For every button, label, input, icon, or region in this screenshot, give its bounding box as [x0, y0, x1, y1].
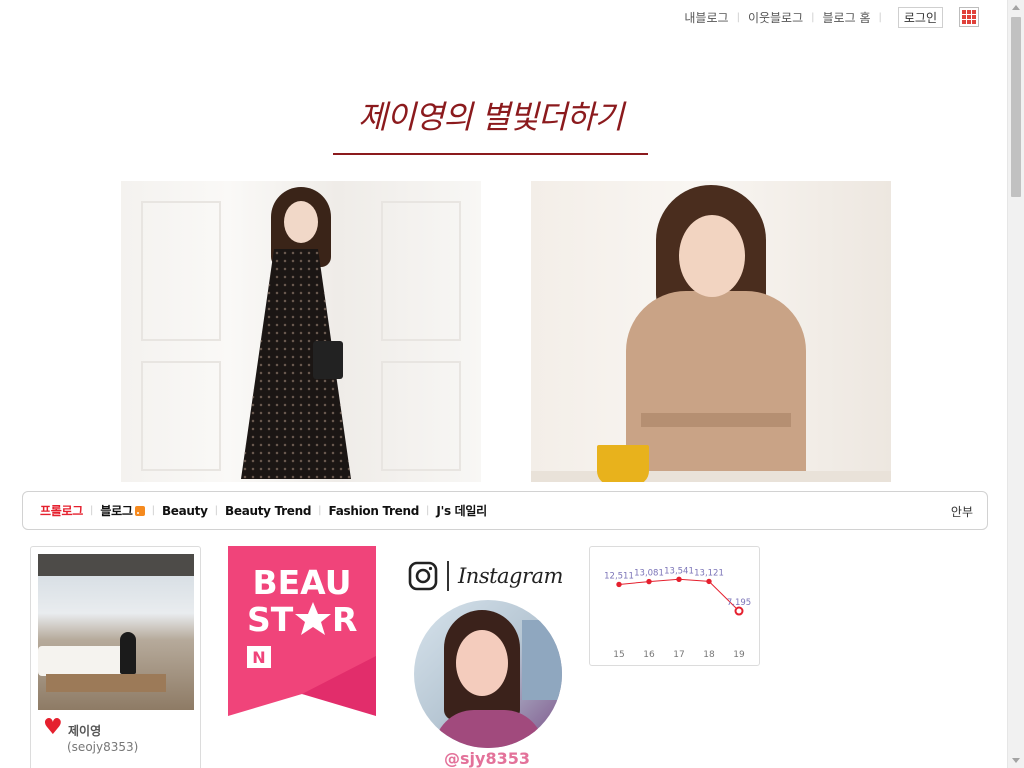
scroll-thumb[interactable]	[1011, 17, 1021, 197]
visitor-value-label: 12,511	[604, 571, 634, 581]
category-blog-label: 블로그	[100, 504, 133, 518]
visitor-point[interactable]	[734, 606, 744, 616]
nav-separator: |	[736, 11, 740, 23]
visitor-date-tick: 18	[703, 650, 715, 660]
instagram-camera-icon	[408, 561, 438, 591]
vertical-scrollbar[interactable]	[1007, 0, 1024, 768]
my-blog-link[interactable]: 내블로그	[684, 9, 728, 26]
profile-user-id: (seojy8353)	[67, 740, 139, 754]
visitor-value-label: 7,195	[727, 598, 751, 608]
apps-grid-icon[interactable]	[959, 7, 979, 27]
visitor-series-line	[618, 578, 740, 612]
banner-photo-left	[121, 181, 481, 482]
visitor-chart: 12,511 15 13,081 16 13,541 17 13,121 18 7,195 19	[589, 546, 760, 666]
profile-photo[interactable]	[38, 554, 194, 710]
top-nav: 내블로그 | 이웃블로그 | 블로그 홈 | 로그인	[684, 6, 979, 28]
instagram-header[interactable]: Instagram	[408, 556, 578, 596]
naver-n-icon: N	[252, 648, 265, 667]
login-button[interactable]: 로그인	[897, 6, 943, 28]
visitor-date-tick: 15	[613, 650, 624, 660]
banner-photo-right	[531, 181, 891, 482]
blog-home-link[interactable]: 블로그 홈	[823, 9, 871, 26]
scroll-up-arrow-icon[interactable]	[1012, 5, 1020, 10]
visitor-point[interactable]	[646, 578, 652, 585]
visitor-value-label: 13,121	[694, 568, 724, 578]
badge-line1: BEAU	[252, 563, 351, 602]
category-prologue[interactable]: 프롤로그	[40, 502, 83, 519]
rss-icon	[134, 506, 145, 516]
category-nav: 프롤로그 | 블로그 | Beauty | Beauty Trend | Fas…	[22, 491, 988, 530]
title-underline	[333, 153, 648, 155]
visitor-point[interactable]	[676, 576, 682, 582]
visitor-date-tick: 19	[733, 650, 745, 660]
neighbor-blog-link[interactable]: 이웃블로그	[748, 9, 803, 26]
visitor-value-label: 13,081	[634, 569, 664, 579]
nav-separator: |	[878, 11, 882, 23]
profile-card: 제이영 (seojy8353)	[30, 546, 201, 768]
profile-nick-row: 제이영	[43, 717, 101, 739]
blog-title[interactable]: 제이영의 별빛더하기	[333, 92, 648, 138]
love-heart-icon	[43, 717, 63, 739]
guestbook-link[interactable]: 안부	[951, 503, 973, 520]
profile-nickname[interactable]: 제이영	[68, 722, 101, 739]
category-beauty[interactable]: Beauty	[162, 504, 208, 518]
visitor-value-label: 13,541	[664, 566, 694, 576]
visitor-point[interactable]	[706, 578, 712, 585]
blog-page: 내블로그 | 이웃블로그 | 블로그 홈 | 로그인 제이영의 별빛더하기 프롤…	[0, 0, 1024, 768]
instagram-widget: Instagram @sjy8353	[408, 556, 578, 768]
category-js-daily[interactable]: J's 데일리	[436, 502, 487, 519]
category-fashion-trend[interactable]: Fashion Trend	[329, 504, 420, 518]
visitor-point[interactable]	[616, 581, 622, 588]
instagram-avatar[interactable]	[414, 600, 562, 748]
instagram-divider	[447, 561, 449, 591]
badge-line2-b: R	[332, 600, 357, 639]
nav-separator: |	[811, 11, 815, 23]
scroll-down-arrow-icon[interactable]	[1012, 758, 1020, 763]
category-blog[interactable]: 블로그	[100, 502, 145, 519]
beau-star-badge[interactable]: BEAU ST R N	[228, 546, 376, 716]
instagram-wordmark: Instagram	[458, 564, 563, 588]
visitor-date-tick: 16	[643, 650, 655, 660]
badge-line2-a: ST	[247, 600, 294, 639]
visitor-date-tick: 17	[673, 650, 684, 660]
visitor-chart-svg: 12,511 15 13,081 16 13,541 17 13,121 18 7,195 19	[604, 566, 751, 660]
instagram-handle[interactable]: @sjy8353	[408, 749, 566, 768]
category-beauty-trend[interactable]: Beauty Trend	[225, 504, 311, 518]
